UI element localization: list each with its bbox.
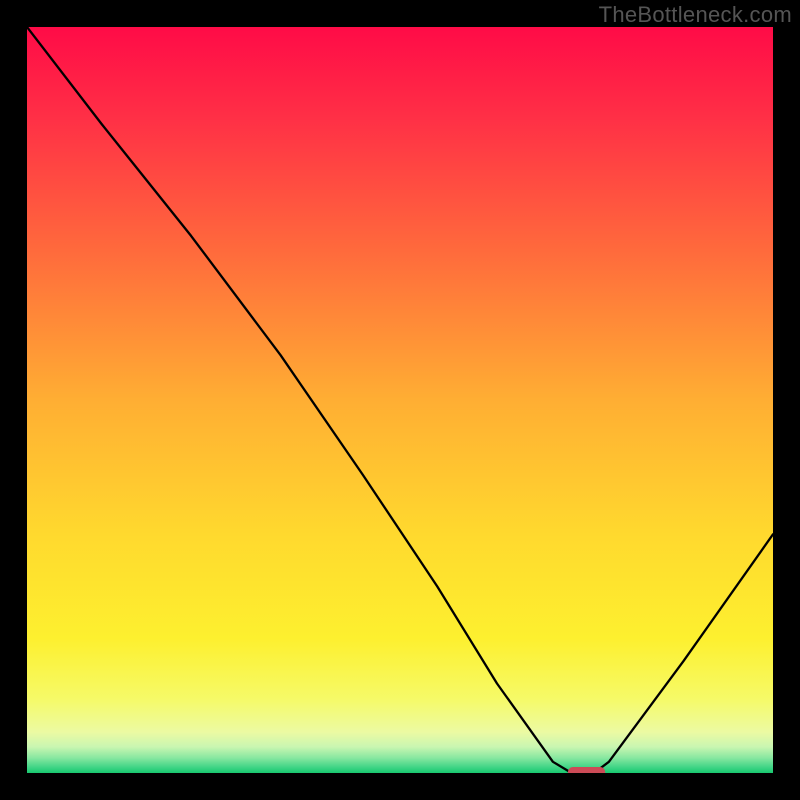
gradient-background: [27, 27, 773, 773]
bottleneck-marker: [568, 767, 605, 773]
plot-area: [27, 27, 773, 773]
chart-canvas: TheBottleneck.com: [0, 0, 800, 800]
watermark-text: TheBottleneck.com: [599, 2, 792, 28]
chart-svg: [27, 27, 773, 773]
